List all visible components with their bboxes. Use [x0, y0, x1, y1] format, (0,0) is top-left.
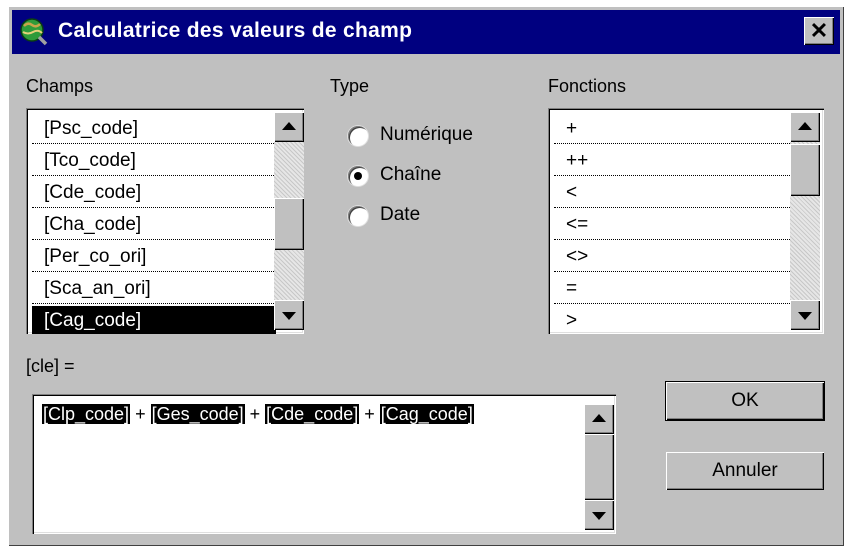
scroll-down-button[interactable] — [274, 300, 304, 330]
expression-scrollbar[interactable] — [584, 404, 614, 530]
scroll-thumb[interactable] — [790, 144, 820, 196]
ok-button[interactable]: OK — [666, 382, 824, 420]
radio-button[interactable] — [348, 126, 368, 146]
radio-label: Date — [380, 204, 421, 225]
scroll-thumb[interactable] — [584, 434, 614, 500]
dialog-title: Calculatrice des valeurs de champ — [58, 19, 413, 42]
close-button[interactable]: ✕ — [804, 17, 834, 45]
functions-list[interactable]: + ++ < <= <> = > — [548, 108, 824, 334]
scroll-thumb[interactable] — [274, 198, 304, 250]
function-item[interactable]: > — [554, 306, 796, 334]
arrow-down-icon — [798, 312, 812, 320]
function-item[interactable]: < — [554, 178, 796, 208]
expression-operator: + — [249, 404, 261, 424]
field-item[interactable]: [Cha_code] — [32, 210, 276, 240]
scroll-up-button[interactable] — [274, 112, 304, 142]
arrow-up-icon — [282, 122, 296, 130]
field-item[interactable]: [Per_co_ori] — [32, 242, 276, 272]
champs-label: Champs — [26, 76, 94, 96]
title-bar[interactable]: Calculatrice des valeurs de champ ✕ — [12, 10, 840, 54]
radio-selected-dot — [354, 172, 362, 180]
expression-field-token: [Cag_code] — [379, 404, 474, 424]
expression-editor[interactable]: [Clp_code] + [Ges_code] + [Cde_code] + [Cag_co… — [32, 394, 616, 534]
arrow-down-icon — [592, 512, 606, 520]
field-item[interactable]: [Sca_an_ori] — [32, 274, 276, 304]
expression-field-token: [Ges_code] — [150, 404, 245, 424]
function-item[interactable]: <> — [554, 242, 796, 272]
expression-target-label: [cle] = — [26, 356, 75, 376]
function-item[interactable]: + — [554, 114, 796, 144]
radio-button[interactable] — [348, 166, 368, 186]
expression-text[interactable]: [Clp_code] + [Ges_code] + [Cde_code] + [Cag_co… — [42, 404, 474, 425]
cancel-button[interactable]: Annuler — [666, 452, 824, 490]
field-item[interactable]: [Psc_code] — [32, 114, 276, 144]
functions-scrollbar[interactable] — [790, 112, 820, 330]
arrow-down-icon — [282, 312, 296, 320]
scroll-down-button[interactable] — [584, 500, 614, 530]
expression-operator: + — [135, 404, 146, 424]
scroll-up-button[interactable] — [790, 112, 820, 142]
app-globe-icon — [20, 18, 48, 46]
fields-scrollbar[interactable] — [274, 112, 304, 330]
scroll-down-button[interactable] — [790, 300, 820, 330]
radio-button[interactable] — [348, 206, 368, 226]
fonctions-label: Fonctions — [548, 76, 627, 96]
fields-list[interactable]: [Psc_code] [Tco_code] [Cde_code] [Cha_co… — [26, 108, 304, 334]
radio-label: Numérique — [380, 124, 473, 145]
arrow-up-icon — [592, 414, 606, 422]
function-item[interactable]: ++ — [554, 146, 796, 176]
function-item[interactable]: <= — [554, 210, 796, 240]
field-item[interactable]: [Cde_code] — [32, 178, 276, 208]
field-item[interactable]: [Tco_code] — [32, 146, 276, 176]
function-item[interactable]: = — [554, 274, 796, 304]
radio-label: Chaîne — [380, 164, 442, 185]
expression-field-token: [Clp_code] — [42, 404, 131, 424]
field-calculator-dialog: Calculatrice des valeurs de champ ✕ Cham… — [8, 6, 844, 546]
expression-operator: + — [364, 404, 375, 424]
scroll-up-button[interactable] — [584, 404, 614, 434]
type-label: Type — [330, 76, 370, 96]
field-item-selected[interactable]: [Cag_code] — [32, 306, 276, 334]
expression-field-token: [Cde_code] — [265, 404, 360, 424]
arrow-up-icon — [798, 122, 812, 130]
